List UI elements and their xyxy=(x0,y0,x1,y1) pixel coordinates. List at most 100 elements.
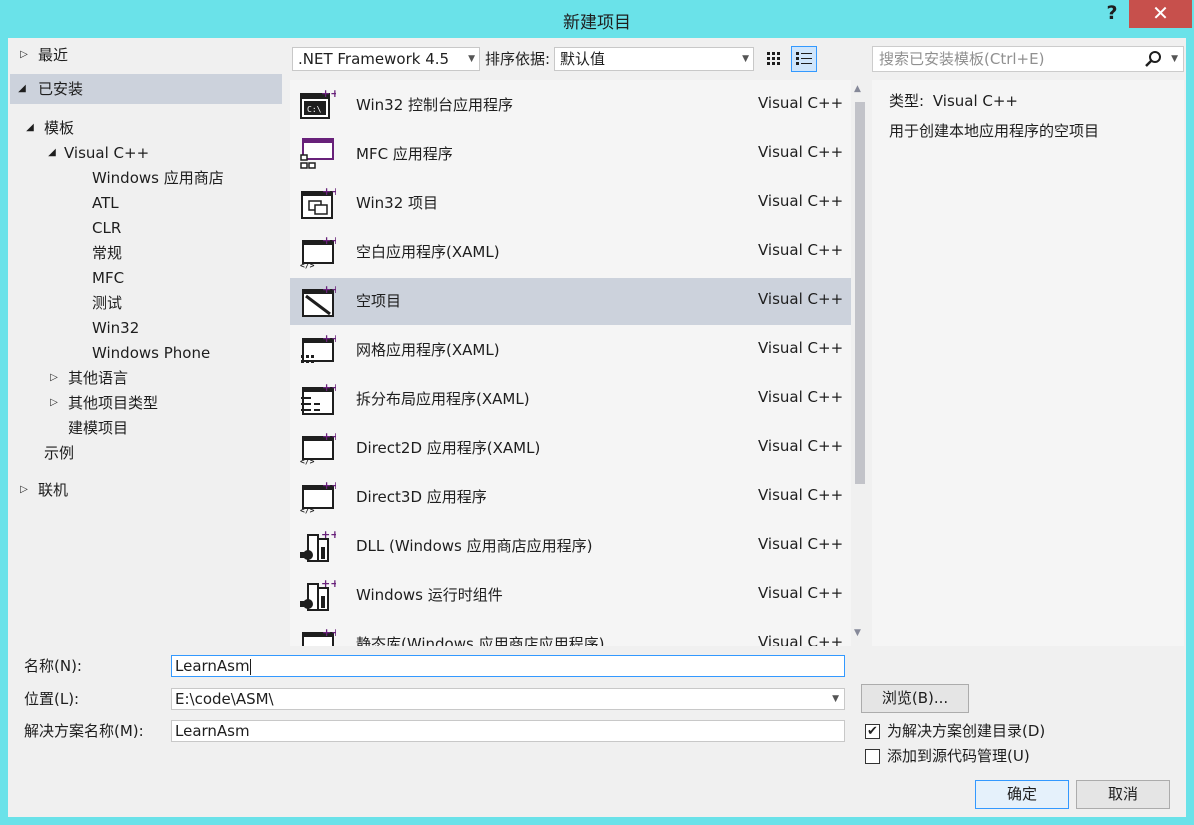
template-row[interactable]: ++ DLL (Windows 应用商店应用程序) Visual C++ xyxy=(290,523,851,570)
svg-text:++: ++ xyxy=(322,235,336,247)
direct3d-app-icon: </> ++ xyxy=(300,480,336,514)
type-label: 类型: xyxy=(889,92,925,110)
tree-item-label: 最近 xyxy=(38,46,69,64)
template-row[interactable]: MFC 应用程序 Visual C++ xyxy=(290,131,851,178)
tree-item-label: 其他项目类型 xyxy=(68,394,159,412)
browse-button[interactable]: 浏览(B)... xyxy=(861,684,969,713)
chevron-down-icon[interactable]: ▼ xyxy=(832,689,839,709)
tree-item-windows-phone[interactable]: Windows Phone xyxy=(92,342,210,364)
location-combo[interactable]: E:\code\ASM\ ▼ xyxy=(171,688,845,710)
add-source-control-checkbox[interactable] xyxy=(865,749,880,764)
close-button[interactable]: ✕ xyxy=(1129,0,1192,28)
expand-arrow-icon[interactable]: ▷ xyxy=(48,392,60,414)
sort-select[interactable]: 默认值 ▼ xyxy=(554,47,754,71)
collapse-arrow-icon[interactable]: ◢ xyxy=(16,74,28,104)
template-name: Direct3D 应用程序 xyxy=(356,488,487,506)
template-row[interactable]: ++ 拆分布局应用程序(XAML) Visual C++ xyxy=(290,376,851,423)
sort-value: 默认值 xyxy=(560,50,606,68)
tree-item-samples[interactable]: 示例 xyxy=(44,442,74,464)
scroll-up-icon[interactable]: ▲ xyxy=(854,84,861,94)
create-directory-label[interactable]: 为解决方案创建目录(D) xyxy=(887,720,1045,742)
template-name: DLL (Windows 应用商店应用程序) xyxy=(356,537,593,555)
template-language: Visual C++ xyxy=(758,633,844,646)
small-icons-view-button[interactable] xyxy=(761,46,787,72)
console-app-icon: C:\ ++ xyxy=(300,88,336,119)
tree-item-modeling-projects[interactable]: 建模项目 xyxy=(68,417,128,439)
tree-item-label: 已安装 xyxy=(38,80,84,98)
new-project-dialog: 新建项目 ? ✕ ▷ 最近 ◢ 已安装 ◢ 模板 ◢ Visual C++ Wi… xyxy=(0,0,1194,825)
svg-text:++: ++ xyxy=(322,431,336,443)
template-name: MFC 应用程序 xyxy=(356,145,453,163)
chevron-down-icon[interactable]: ▼ xyxy=(1171,47,1178,71)
template-row[interactable]: ++ 静态库(Windows 应用商店应用程序) Visual C++ xyxy=(290,621,851,646)
add-source-control-label[interactable]: 添加到源代码管理(U) xyxy=(887,745,1030,767)
solution-name-label: 解决方案名称(M): xyxy=(24,722,144,740)
svg-text:</>: </> xyxy=(300,261,315,269)
search-input[interactable]: 搜索已安装模板(Ctrl+E) ▼ xyxy=(872,46,1184,72)
help-button[interactable]: ? xyxy=(1102,2,1122,28)
solution-name-input[interactable]: LearnAsm xyxy=(171,720,845,742)
template-row[interactable]: ++ Win32 项目 Visual C++ xyxy=(290,180,851,227)
scrollbar-thumb[interactable] xyxy=(855,102,865,484)
template-description: 用于创建本地应用程序的空项目 xyxy=(889,122,1100,140)
project-name-input[interactable]: LearnAsm xyxy=(171,655,845,677)
cancel-button[interactable]: 取消 xyxy=(1076,780,1170,809)
collapse-arrow-icon[interactable]: ◢ xyxy=(46,142,58,164)
dll-store-icon: ++ xyxy=(300,529,336,562)
template-name: Direct2D 应用程序(XAML) xyxy=(356,439,541,457)
template-list-scrollbar[interactable]: ▲ ▼ xyxy=(851,80,869,646)
template-name: Windows 运行时组件 xyxy=(356,586,503,604)
template-name: 空白应用程序(XAML) xyxy=(356,243,500,261)
template-row[interactable]: ++ Windows 运行时组件 Visual C++ xyxy=(290,572,851,619)
expand-arrow-icon[interactable]: ▷ xyxy=(18,44,30,66)
svg-text:++: ++ xyxy=(322,480,336,492)
svg-text:++: ++ xyxy=(322,284,336,296)
tree-item-test[interactable]: 测试 xyxy=(92,292,122,314)
type-value: Visual C++ xyxy=(932,92,1019,110)
ok-button[interactable]: 确定 xyxy=(975,780,1069,809)
create-directory-checkbox[interactable]: ✔ xyxy=(865,724,880,739)
expand-arrow-icon[interactable]: ▷ xyxy=(18,479,30,501)
template-language: Visual C++ xyxy=(758,388,844,406)
framework-select[interactable]: .NET Framework 4.5 ▼ xyxy=(292,47,480,71)
template-row[interactable]: ++ 网格应用程序(XAML) Visual C++ xyxy=(290,327,851,374)
template-name: Win32 控制台应用程序 xyxy=(356,96,514,114)
tree-item-clr[interactable]: CLR xyxy=(92,217,121,239)
template-row[interactable]: </> ++ 空白应用程序(XAML) Visual C++ xyxy=(290,229,851,276)
template-row[interactable]: ++ 空项目 Visual C++ xyxy=(290,278,851,325)
tree-item-atl[interactable]: ATL xyxy=(92,192,119,214)
tree-item-windows-store[interactable]: Windows 应用商店 xyxy=(92,167,224,189)
template-row[interactable]: </> ++ Direct3D 应用程序 Visual C++ xyxy=(290,474,851,521)
search-icon[interactable] xyxy=(1145,49,1163,69)
grid-view-icon xyxy=(767,52,780,65)
tree-item-win32[interactable]: Win32 xyxy=(92,317,139,339)
tree-item-installed[interactable]: ◢ 已安装 xyxy=(10,74,282,104)
template-row[interactable]: </> ++ Direct2D 应用程序(XAML) Visual C++ xyxy=(290,425,851,472)
title-bar[interactable]: 新建项目 ? ✕ xyxy=(0,0,1194,38)
svg-text:</>: </> xyxy=(300,506,315,514)
template-name: 网格应用程序(XAML) xyxy=(356,341,500,359)
template-language: Visual C++ xyxy=(758,290,844,308)
list-view-button[interactable] xyxy=(791,46,817,72)
grid-xaml-app-icon: ++ xyxy=(301,333,336,363)
location-label: 位置(L): xyxy=(24,690,80,708)
template-row[interactable]: C:\ ++ Win32 控制台应用程序 Visual C++ xyxy=(290,82,851,129)
scroll-down-icon[interactable]: ▼ xyxy=(854,628,861,638)
tree-item-label: 其他语言 xyxy=(68,369,129,387)
static-lib-icon: ++ xyxy=(302,627,336,646)
svg-text:++: ++ xyxy=(322,333,336,345)
svg-text:++: ++ xyxy=(322,382,336,394)
empty-project-icon: ++ xyxy=(302,284,336,317)
tree-item-label: 联机 xyxy=(38,481,69,499)
collapse-arrow-icon[interactable]: ◢ xyxy=(24,117,36,139)
template-language: Visual C++ xyxy=(758,94,844,112)
tree-item-mfc[interactable]: MFC xyxy=(92,267,124,289)
tree-item-visual-cpp[interactable]: ◢ Visual C++ xyxy=(46,142,156,164)
expand-arrow-icon[interactable]: ▷ xyxy=(48,367,60,389)
svg-text:++: ++ xyxy=(321,88,336,100)
template-list: C:\ ++ Win32 控制台应用程序 Visual C++ MFC 应用程序… xyxy=(290,80,851,646)
dialog-title: 新建项目 xyxy=(563,13,631,33)
template-language: Visual C++ xyxy=(758,486,844,504)
tree-item-label: 模板 xyxy=(44,119,75,137)
tree-item-general[interactable]: 常规 xyxy=(92,242,122,264)
